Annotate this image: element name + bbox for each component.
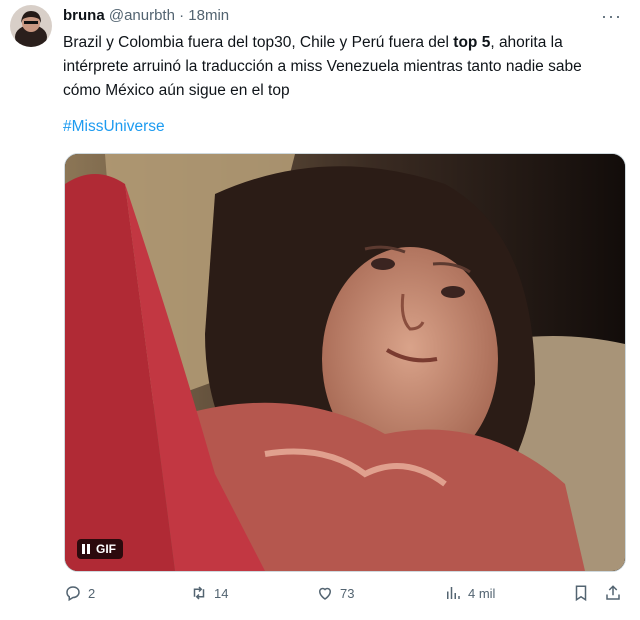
gif-media[interactable]: GIF xyxy=(64,153,626,572)
gif-frame xyxy=(65,154,625,571)
retweet-button[interactable]: 14 xyxy=(190,584,228,602)
bookmark-icon xyxy=(575,585,587,602)
separator-dot: · xyxy=(179,7,185,24)
views-button[interactable]: 4 mil xyxy=(444,584,495,602)
retweet-icon xyxy=(193,586,205,600)
avatar-image xyxy=(10,5,52,47)
author-handle[interactable]: @anurbth xyxy=(109,7,175,24)
reply-button[interactable]: 2 xyxy=(64,584,95,602)
share-button[interactable] xyxy=(604,584,622,602)
views-icon xyxy=(447,587,460,599)
tweet-text: Brazil y Colombia fuera del top30, Chile… xyxy=(63,31,623,103)
reply-icon xyxy=(66,586,80,602)
like-icon xyxy=(318,587,332,600)
tweet-text-part1: Brazil y Colombia fuera del top30, Chile… xyxy=(63,34,454,51)
author-name[interactable]: bruna xyxy=(63,7,105,24)
more-icon[interactable]: ··· xyxy=(601,6,622,27)
bookmark-button[interactable] xyxy=(572,584,590,602)
share-icon xyxy=(606,585,620,600)
pause-icon[interactable] xyxy=(82,544,90,554)
tweet-text-bold: top 5 xyxy=(453,34,491,51)
gif-label: GIF xyxy=(96,542,116,556)
avatar[interactable] xyxy=(10,5,52,47)
hashtag-link[interactable]: #MissUniverse xyxy=(63,118,165,136)
gif-badge[interactable]: GIF xyxy=(77,539,123,559)
timestamp[interactable]: 18min xyxy=(188,7,229,24)
retweet-count: 14 xyxy=(214,585,229,601)
like-count: 73 xyxy=(340,585,355,601)
views-count: 4 mil xyxy=(468,585,496,601)
tweet-actions: 2 14 73 4 mil xyxy=(64,584,624,608)
tweet-header: bruna @anurbth · 18min xyxy=(63,7,229,25)
reply-count: 2 xyxy=(88,585,96,601)
like-button[interactable]: 73 xyxy=(316,584,354,602)
